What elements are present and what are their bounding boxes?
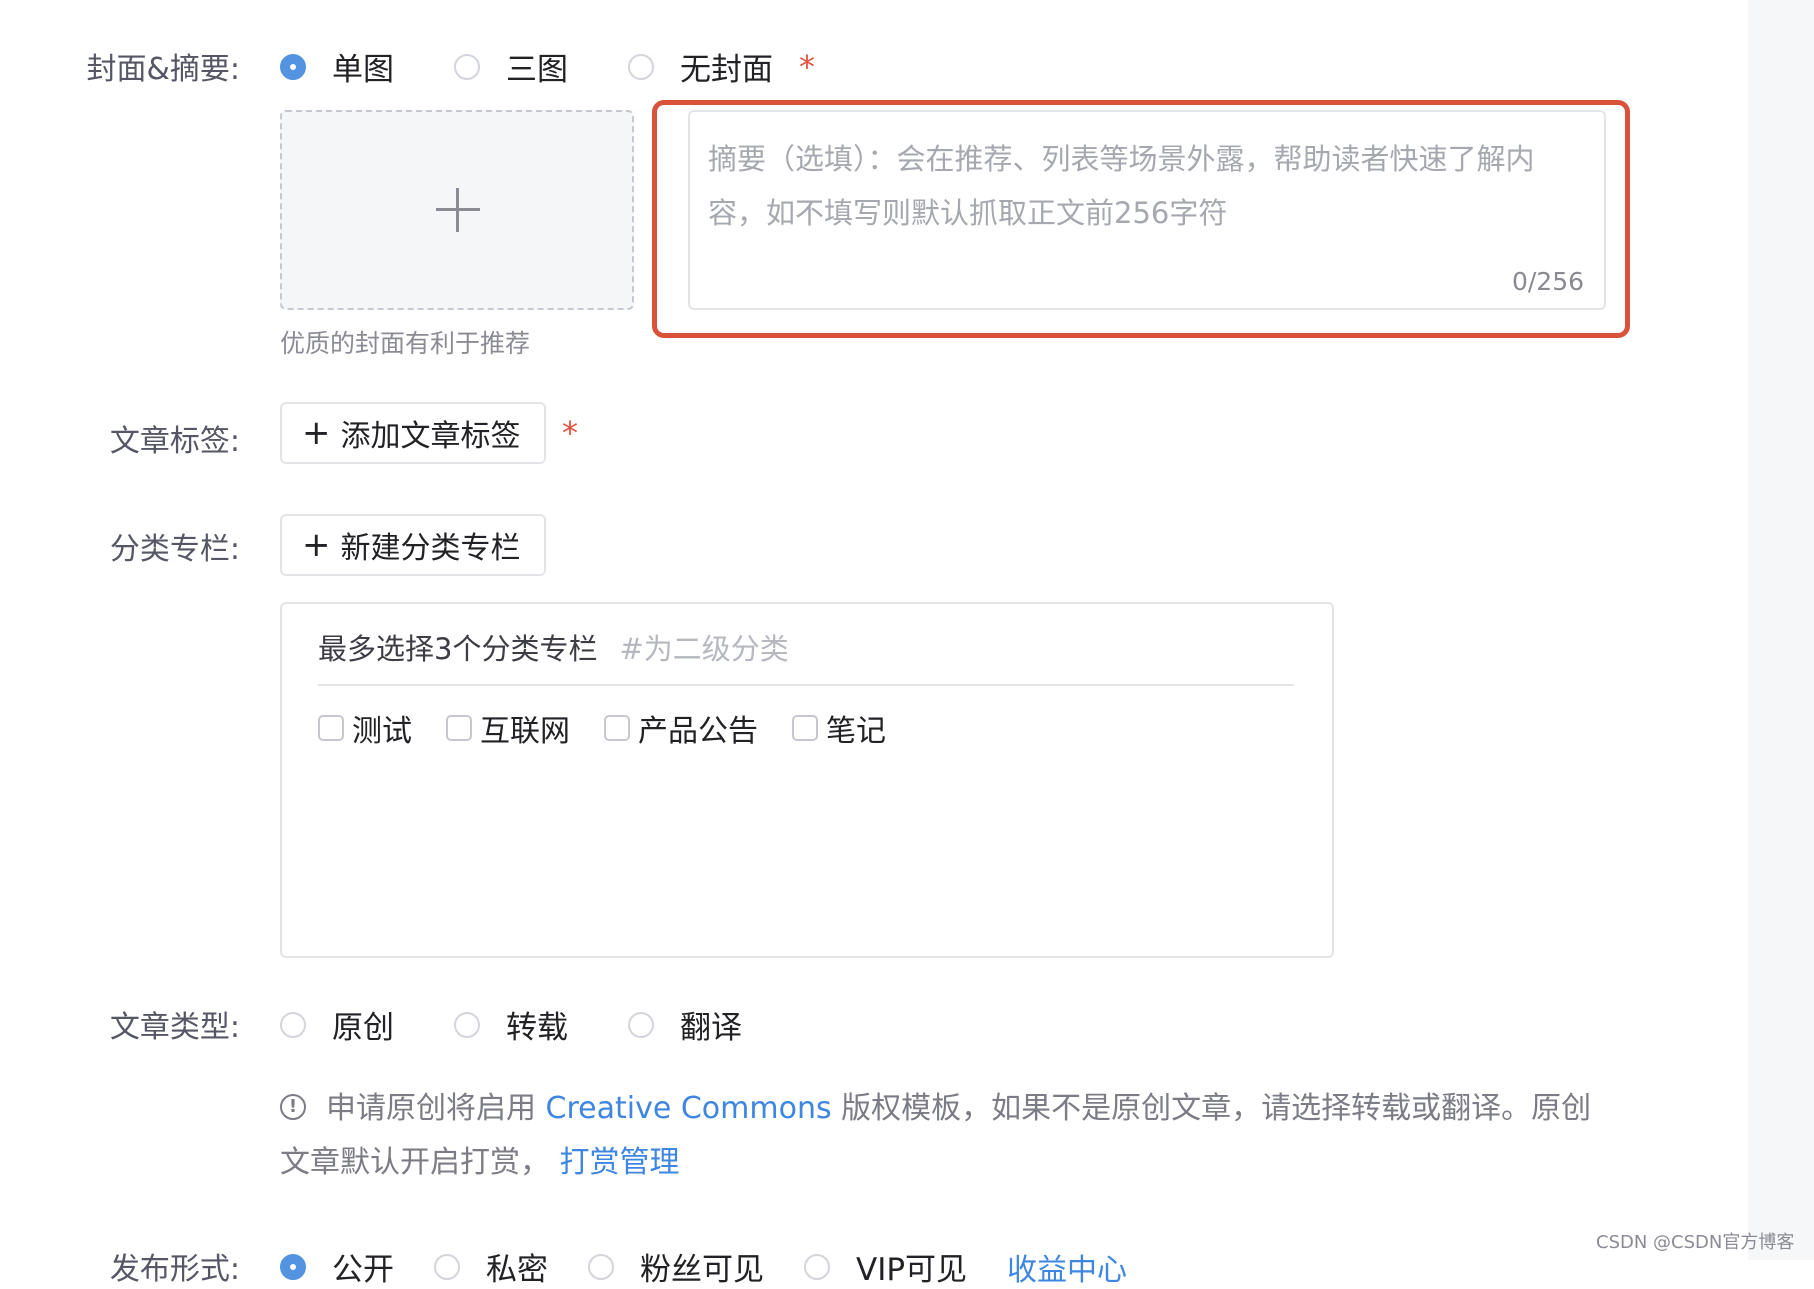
cover-option-three[interactable]: 三图 <box>454 44 568 89</box>
category-option-notes[interactable]: 笔记 <box>792 706 886 750</box>
summary-placeholder: 摘要（选填）：会在推荐、列表等场景外露，帮助读者快速了解内容，如不填写则默认抓取… <box>708 142 1535 230</box>
radio-unchecked-icon <box>454 53 480 80</box>
cover-upload-hint: 优质的封面有利于推荐 <box>280 329 531 358</box>
required-marker: * <box>562 414 578 452</box>
right-side-strip <box>1748 0 1814 1260</box>
publish-option-fans[interactable]: 粉丝可见 <box>588 1244 764 1289</box>
publish-option-public[interactable]: 公开 <box>280 1244 394 1289</box>
cover-option-none[interactable]: 无封面 <box>628 44 773 89</box>
publish-option-vip[interactable]: VIP可见 <box>804 1244 967 1289</box>
radio-unchecked-icon <box>280 1011 306 1038</box>
cover-type-radio-group: 单图 三图 无封面 * <box>280 44 815 89</box>
article-type-original-label: 原创 <box>332 1010 394 1046</box>
checkbox-icon <box>604 715 630 741</box>
creative-commons-link[interactable]: Creative Commons <box>546 1091 832 1126</box>
reward-management-link[interactable]: 打赏管理 <box>560 1145 680 1180</box>
add-tag-button-label: 添加文章标签 <box>340 419 521 454</box>
radio-unchecked-icon <box>588 1253 614 1280</box>
checkbox-icon <box>446 715 472 741</box>
plus-icon: + <box>302 525 331 565</box>
article-type-label: 文章类型: <box>109 1010 240 1045</box>
info-text-part-1: 申请原创将启用 <box>326 1091 536 1126</box>
summary-char-count: 0/256 <box>1511 267 1584 296</box>
checkbox-icon <box>318 715 344 741</box>
publish-option-label: 公开 <box>332 1252 394 1288</box>
category-checkbox-list: 测试 互联网 产品公告 笔记 <box>318 706 920 750</box>
radio-checked-icon <box>280 53 306 80</box>
required-marker: * <box>799 47 815 86</box>
publish-option-label: 粉丝可见 <box>640 1252 764 1288</box>
plus-icon: + <box>302 413 331 453</box>
publish-option-private[interactable]: 私密 <box>434 1244 548 1289</box>
radio-checked-icon <box>280 1253 306 1280</box>
radio-unchecked-icon <box>434 1253 460 1280</box>
article-type-translation-label: 翻译 <box>680 1010 742 1046</box>
article-type-repost-label: 转载 <box>506 1010 568 1046</box>
new-category-button-label: 新建分类专栏 <box>340 531 521 566</box>
article-type-original[interactable]: 原创 <box>280 1002 394 1047</box>
category-option-label: 产品公告 <box>638 714 758 749</box>
article-type-radio-group: 原创 转载 翻译 <box>280 1002 802 1047</box>
info-circle-icon: ! <box>280 1093 306 1120</box>
cover-option-single[interactable]: 单图 <box>280 44 394 89</box>
add-tag-button[interactable]: + 添加文章标签 <box>280 402 546 464</box>
csdn-watermark: CSDN @CSDN官方博客 <box>1596 1232 1795 1253</box>
revenue-center-link[interactable]: 收益中心 <box>1007 1245 1127 1289</box>
publish-option-label: VIP可见 <box>856 1252 968 1288</box>
cover-upload-box[interactable] <box>280 110 634 310</box>
plus-icon <box>282 112 632 308</box>
cover-option-none-label: 无封面 <box>680 52 773 88</box>
category-box-divider <box>318 684 1294 686</box>
category-box-title: 最多选择3个分类专栏 <box>318 632 598 666</box>
radio-unchecked-icon <box>628 1011 654 1038</box>
category-option-label: 笔记 <box>826 714 886 749</box>
category-option-internet[interactable]: 互联网 <box>446 706 570 750</box>
article-type-translation[interactable]: 翻译 <box>628 1002 742 1047</box>
publish-option-label: 私密 <box>486 1252 548 1288</box>
category-option-label: 互联网 <box>480 714 570 749</box>
new-category-button[interactable]: + 新建分类专栏 <box>280 514 546 576</box>
radio-unchecked-icon <box>454 1011 480 1038</box>
summary-textarea[interactable]: 摘要（选填）：会在推荐、列表等场景外露，帮助读者快速了解内容，如不填写则默认抓取… <box>688 110 1606 310</box>
radio-unchecked-icon <box>804 1253 830 1280</box>
category-option-test[interactable]: 测试 <box>318 706 412 750</box>
category-box-header: 最多选择3个分类专栏 #为二级分类 <box>318 626 789 668</box>
publish-label: 发布形式: <box>109 1252 240 1287</box>
original-info-text: ! 申请原创将启用 Creative Commons 版权模板，如果不是原创文章，… <box>280 1082 1610 1190</box>
cover-summary-label: 封面&摘要: <box>86 52 240 87</box>
cover-option-three-label: 三图 <box>506 52 568 88</box>
category-label: 分类专栏: <box>109 532 240 567</box>
publish-radio-group: 公开 私密 粉丝可见 VIP可见 收益中心 <box>280 1244 1127 1289</box>
category-option-label: 测试 <box>352 714 412 749</box>
category-box-note: #为二级分类 <box>619 632 789 666</box>
category-option-announcement[interactable]: 产品公告 <box>604 706 758 750</box>
article-type-repost[interactable]: 转载 <box>454 1002 568 1047</box>
radio-unchecked-icon <box>628 53 654 80</box>
category-select-box: 最多选择3个分类专栏 #为二级分类 测试 互联网 产品公告 笔记 <box>280 602 1334 958</box>
checkbox-icon <box>792 715 818 741</box>
cover-option-single-label: 单图 <box>332 52 394 88</box>
tags-label: 文章标签: <box>109 424 240 459</box>
